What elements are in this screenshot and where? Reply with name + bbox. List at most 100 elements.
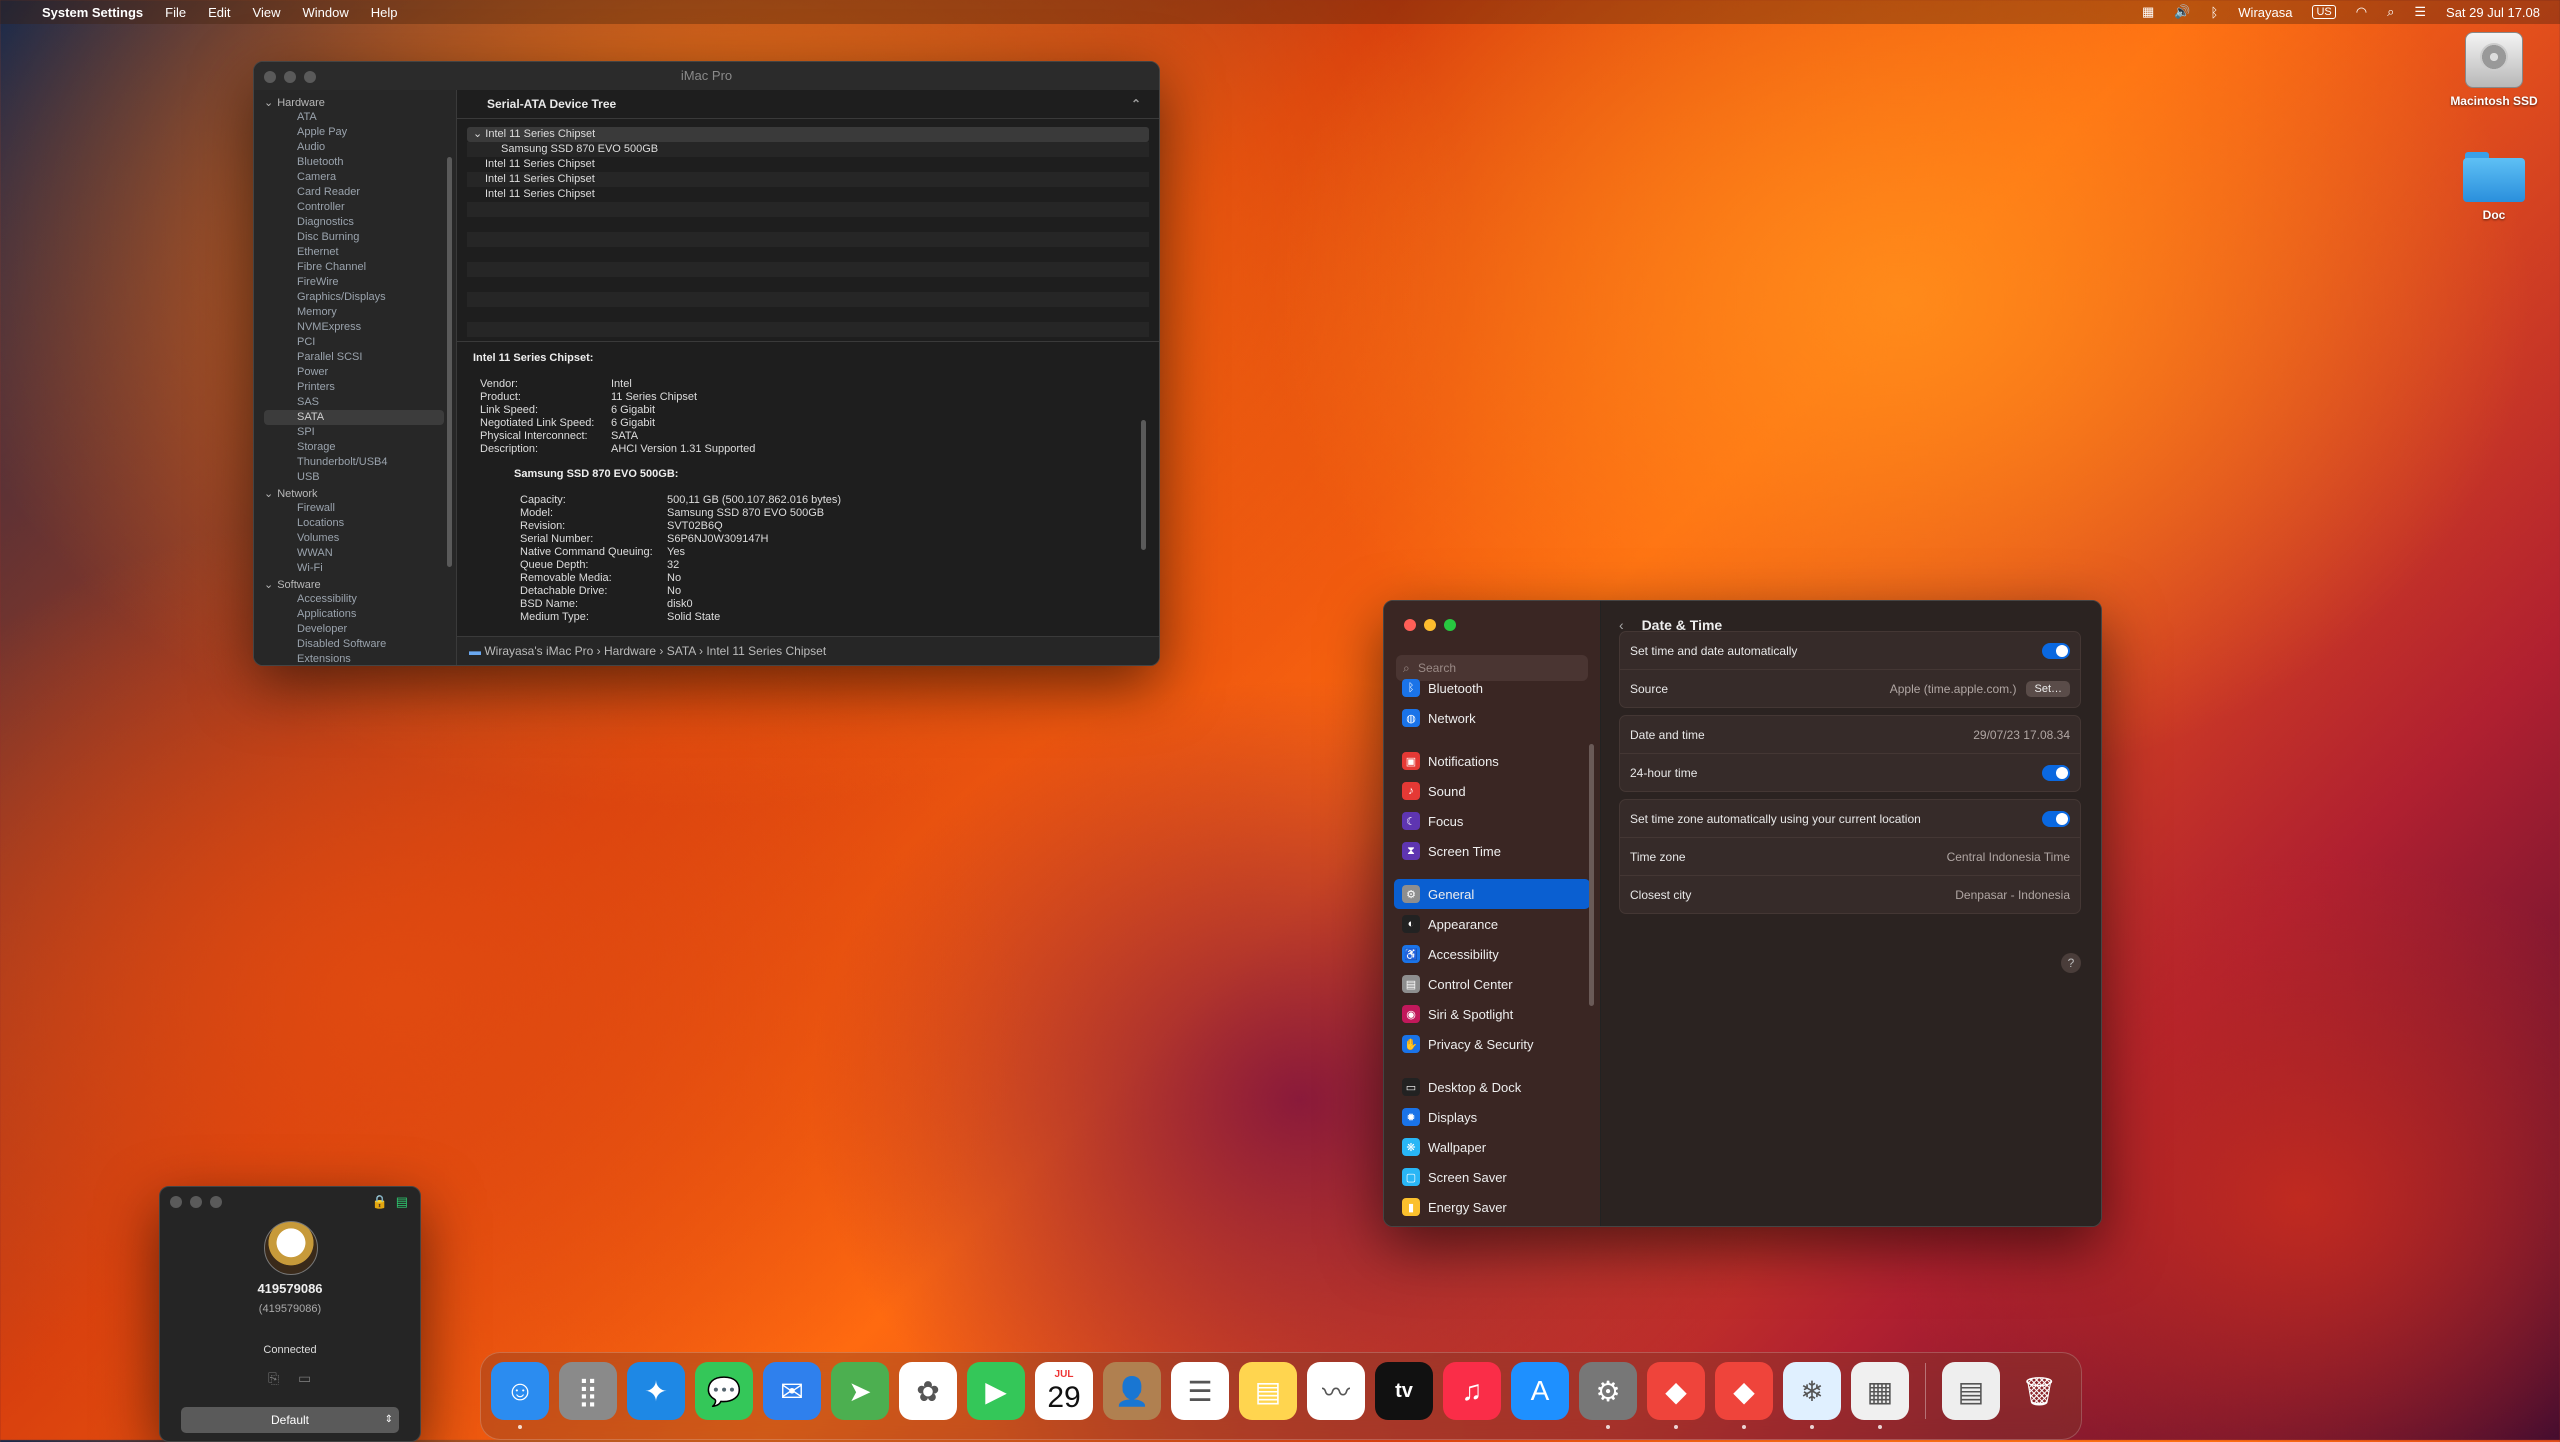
sidebar-item-accessibility[interactable]: Accessibility bbox=[254, 592, 456, 607]
sidebar-item-thunderbolt-usb4[interactable]: Thunderbolt/USB4 bbox=[254, 455, 456, 470]
setting-row-closest-city[interactable]: Closest city Denpasar - Indonesia bbox=[1620, 876, 2080, 913]
sidebar-item-camera[interactable]: Camera bbox=[254, 170, 456, 185]
dock-item-mail[interactable]: ✉ bbox=[763, 1362, 821, 1420]
dock-item-maps[interactable]: ➤ bbox=[831, 1362, 889, 1420]
user-menu[interactable]: Wirayasa bbox=[2238, 5, 2292, 20]
volume-icon[interactable]: 🔊 bbox=[2174, 4, 2190, 20]
dock-item-documents[interactable]: ▤ bbox=[1942, 1362, 2000, 1420]
menu-view[interactable]: View bbox=[253, 5, 281, 20]
desktop-icon-doc-folder[interactable]: Doc bbox=[2434, 152, 2554, 222]
sidebar-item-card-reader[interactable]: Card Reader bbox=[254, 185, 456, 200]
toggle-switch[interactable] bbox=[2042, 642, 2070, 659]
chevron-up-icon[interactable]: ⌃ bbox=[1131, 90, 1141, 118]
dock-item-notes[interactable]: ▤ bbox=[1239, 1362, 1297, 1420]
lock-icon[interactable]: 🔒 bbox=[372, 1194, 388, 1210]
sidebar-item-diagnostics[interactable]: Diagnostics bbox=[254, 215, 456, 230]
setting-row-time-zone[interactable]: Time zone Central Indonesia Time bbox=[1620, 838, 2080, 876]
sidebar-item-firewall[interactable]: Firewall bbox=[254, 501, 456, 516]
sidebar-scrollbar[interactable] bbox=[447, 157, 452, 567]
sidebar-item-desktop-dock[interactable]: ▭ Desktop & Dock bbox=[1394, 1072, 1590, 1102]
sidebar-item-developer[interactable]: Developer bbox=[254, 622, 456, 637]
path-item[interactable]: Hardware bbox=[604, 644, 656, 658]
sidebar-item-wwan[interactable]: WWAN bbox=[254, 546, 456, 561]
spotlight-search-icon[interactable]: ⌕ bbox=[2387, 4, 2394, 20]
dock-item-calendar[interactable]: JUL 29 bbox=[1035, 1362, 1093, 1420]
input-source-badge[interactable]: US bbox=[2312, 5, 2336, 19]
dock-item-facetime[interactable]: ▶ bbox=[967, 1362, 1025, 1420]
activity-monitor-icon[interactable]: ▦ bbox=[2142, 4, 2154, 20]
disclosure-chevron-icon[interactable]: ⌄ bbox=[473, 128, 485, 140]
sidebar-item-disabled-software[interactable]: Disabled Software bbox=[254, 637, 456, 652]
sidebar-scrollbar[interactable] bbox=[1589, 744, 1594, 1006]
zoom-button[interactable] bbox=[1444, 619, 1456, 631]
sidebar-item-bluetooth[interactable]: Bluetooth bbox=[254, 155, 456, 170]
dock-item-anydesk-2[interactable]: ◆ bbox=[1715, 1362, 1773, 1429]
sidebar-item-privacy-security[interactable]: ✋ Privacy & Security bbox=[1394, 1029, 1590, 1059]
sidebar-item-screen-saver[interactable]: ▢ Screen Saver bbox=[1394, 1162, 1590, 1192]
minimize-button[interactable] bbox=[1424, 619, 1436, 631]
sidebar-item-controller[interactable]: Controller bbox=[254, 200, 456, 215]
sidebar-item-nvmexpress[interactable]: NVMExpress bbox=[254, 320, 456, 335]
sidebar-item-sas[interactable]: SAS bbox=[254, 395, 456, 410]
disclosure-chevron-icon[interactable]: ⌄ bbox=[264, 579, 273, 591]
disclosure-chevron-icon[interactable]: ⌄ bbox=[264, 488, 273, 500]
sidebar-group-hardware[interactable]: ⌄ Hardware bbox=[254, 94, 456, 110]
device-tree-header[interactable]: Serial-ATA Device Tree ⌃ bbox=[457, 90, 1159, 119]
menu-clock[interactable]: Sat 29 Jul 17.08 bbox=[2446, 5, 2540, 20]
close-button[interactable] bbox=[1404, 619, 1416, 631]
sidebar-item-ata[interactable]: ATA bbox=[254, 110, 456, 125]
tree-row[interactable]: Samsung SSD 870 EVO 500GB bbox=[467, 142, 1149, 157]
tree-row[interactable]: Intel 11 Series Chipset bbox=[467, 172, 1149, 187]
detail-scrollbar[interactable] bbox=[1141, 420, 1146, 550]
help-button[interactable]: ? bbox=[2061, 953, 2081, 973]
sidebar-item-firewire[interactable]: FireWire bbox=[254, 275, 456, 290]
sidebar-item-control-center[interactable]: ▤ Control Center bbox=[1394, 969, 1590, 999]
sidebar-item-memory[interactable]: Memory bbox=[254, 305, 456, 320]
sidebar-group-network[interactable]: ⌄ Network bbox=[254, 485, 456, 501]
sidebar-item-storage[interactable]: Storage bbox=[254, 440, 456, 455]
menu-file[interactable]: File bbox=[165, 5, 186, 20]
sidebar-item-apple-pay[interactable]: Apple Pay bbox=[254, 125, 456, 140]
sidebar-item-graphics-displays[interactable]: Graphics/Displays bbox=[254, 290, 456, 305]
dock-item-preview[interactable]: ❄ bbox=[1783, 1362, 1841, 1429]
sidebar-item-volumes[interactable]: Volumes bbox=[254, 531, 456, 546]
dock-item-launchpad[interactable]: ⣿ bbox=[559, 1362, 617, 1420]
sidebar-item-power[interactable]: Power bbox=[254, 365, 456, 380]
dock-item-finder[interactable]: ☺ bbox=[491, 1362, 549, 1429]
sidebar-item-appearance[interactable]: ◐ Appearance bbox=[1394, 909, 1590, 939]
tree-row[interactable]: Intel 11 Series Chipset bbox=[467, 187, 1149, 202]
minimize-button[interactable] bbox=[284, 71, 296, 83]
dock-item-music[interactable]: ♫ bbox=[1443, 1362, 1501, 1420]
sidebar-item-applications[interactable]: Applications bbox=[254, 607, 456, 622]
sidebar-item-pci[interactable]: PCI bbox=[254, 335, 456, 350]
zoom-button[interactable] bbox=[210, 1196, 222, 1208]
sidebar-item-spi[interactable]: SPI bbox=[254, 425, 456, 440]
dock-item-system-information[interactable]: ▦ bbox=[1851, 1362, 1909, 1429]
desktop-icon-macintosh-ssd[interactable]: Macintosh SSD bbox=[2434, 32, 2554, 108]
path-item[interactable]: Wirayasa's iMac Pro bbox=[484, 644, 593, 658]
sidebar-item-screen-time[interactable]: ⧗ Screen Time bbox=[1394, 836, 1590, 866]
zoom-button[interactable] bbox=[304, 71, 316, 83]
sidebar-item-focus[interactable]: ☾ Focus bbox=[1394, 806, 1590, 836]
sidebar-item-siri-spotlight[interactable]: ◉ Siri & Spotlight bbox=[1394, 999, 1590, 1029]
dock-item-anydesk[interactable]: ◆ bbox=[1647, 1362, 1705, 1429]
sidebar-item-usb[interactable]: USB bbox=[254, 470, 456, 485]
sidebar-item-wallpaper[interactable]: ❋ Wallpaper bbox=[1394, 1132, 1590, 1162]
menu-edit[interactable]: Edit bbox=[208, 5, 230, 20]
sidebar-item-parallel-scsi[interactable]: Parallel SCSI bbox=[254, 350, 456, 365]
toggle-switch[interactable] bbox=[2042, 810, 2070, 827]
dock-item-contacts[interactable]: 👤 bbox=[1103, 1362, 1161, 1420]
sidebar-item-energy-saver[interactable]: ▮ Energy Saver bbox=[1394, 1192, 1590, 1222]
close-button[interactable] bbox=[170, 1196, 182, 1208]
dock-item-app-store[interactable]: A bbox=[1511, 1362, 1569, 1420]
sidebar-item-bluetooth[interactable]: ᛒ Bluetooth bbox=[1394, 673, 1590, 703]
dock-item-tv[interactable]: tv bbox=[1375, 1362, 1433, 1420]
close-button[interactable] bbox=[264, 71, 276, 83]
dock-item-trash[interactable]: 🗑 bbox=[2010, 1362, 2068, 1420]
control-center-icon[interactable]: ☰ bbox=[2414, 4, 2426, 20]
tree-row[interactable]: Intel 11 Series Chipset bbox=[467, 157, 1149, 172]
toggle-switch[interactable] bbox=[2042, 764, 2070, 781]
sidebar-item-ethernet[interactable]: Ethernet bbox=[254, 245, 456, 260]
dock-item-messages[interactable]: 💬 bbox=[695, 1362, 753, 1420]
menu-window[interactable]: Window bbox=[302, 5, 348, 20]
